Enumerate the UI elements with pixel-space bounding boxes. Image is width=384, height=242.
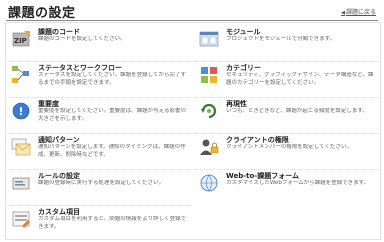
setting-desc: セキュリティ、グラフィックデザイン、データ構造など、課題のカテゴリーを設定してく… [226,72,374,86]
setting-desc: クライアントメンバーの権限を設定してください。 [226,144,352,150]
setting-status-workflow[interactable]: ステータスとワークフロー ステータスを設定してください。課題を登録してから完了す… [6,61,191,98]
page-header: 課題の設定 ◀課題に戻る [0,0,384,22]
setting-desc: カスタマイズしたWebフォームから課題を登録できます。 [226,180,370,186]
setting-custom-fields[interactable]: カスタム項目 カスタム項目を利用すると、問題の情報をより詳しく登録できます。 [6,205,191,241]
setting-desc: ステータスを設定してください。課題を登録してから完了するまでの手順を設定できます… [38,72,187,86]
setting-desc: カスタム項目を利用すると、問題の情報をより詳しく登録できます。 [38,216,187,230]
setting-desc: プロジェクトをモジュールで分類できます。 [226,36,336,42]
rule-icon [12,177,30,190]
setting-notification[interactable]: 通知パターン 通知パターンを設定します。通知のタイミングは、課題の作成、更新、削… [6,133,191,170]
setting-desc: 課題のコードを設定してください。 [38,36,126,42]
category-icon [201,67,217,83]
setting-web-to-issue-form[interactable]: Web-to-課題フォーム カスタマイズしたWebフォームから課題を登録できます… [194,169,379,205]
back-link-label: 課題に戻る [345,9,376,16]
setting-issue-code[interactable]: ZIP 課題のコード 課題のコードを設定してください。 [6,25,191,62]
setting-categories[interactable]: カテゴリー セキュリティ、グラフィックデザイン、データ構造など、課題のカテゴリー… [194,61,379,98]
module-icon [199,31,219,47]
settings-panel: ZIP 課題のコード 課題のコードを設定してください。 ステータスとワークフロー… [5,22,381,240]
setting-rules[interactable]: ルールの設定 課題の登録時に実行する処理を設定してください。 [6,169,191,206]
back-to-issues-link[interactable]: ◀課題に戻る [341,7,376,16]
setting-desc: いつも、ときどきなど、課題が起こる頻度を設定します。 [226,108,368,114]
importance-icon: ! [12,102,30,120]
setting-reproducibility[interactable]: 再現性 いつも、ときどきなど、課題が起こる頻度を設定します。 [194,97,379,134]
setting-desc: 重要度を設定してください。重要度は、課題が与える影響の大きさを示します。 [38,108,187,122]
setting-client-permissions[interactable]: クライアントの権限 クライアントメンバーの権限を設定してください。 [194,133,379,170]
notification-icon [11,138,31,156]
setting-desc: 課題の登録時に実行する処理を設定してください。 [38,180,165,186]
back-arrow-icon: ◀ [341,10,345,16]
setting-modules[interactable]: モジュール プロジェクトをモジュールで分類できます。 [194,25,379,62]
reproducibility-icon [201,103,217,119]
svg-text:!: ! [19,105,24,118]
header-divider [6,20,378,21]
svg-text:ZIP: ZIP [14,37,27,45]
client-permission-icon [200,139,219,155]
custom-field-icon [12,211,30,228]
setting-importance[interactable]: ! 重要度 重要度を設定してください。重要度は、課題が与える影響の大きさを示しま… [6,97,191,134]
page-title: 課題の設定 [8,6,76,21]
zip-code-icon: ZIP [12,31,30,47]
workflow-icon [12,66,29,83]
setting-desc: 通知パターンを設定します。通知のタイミングは、課題の作成、更新、削除時などです。 [38,144,186,158]
web-form-icon [200,174,218,192]
